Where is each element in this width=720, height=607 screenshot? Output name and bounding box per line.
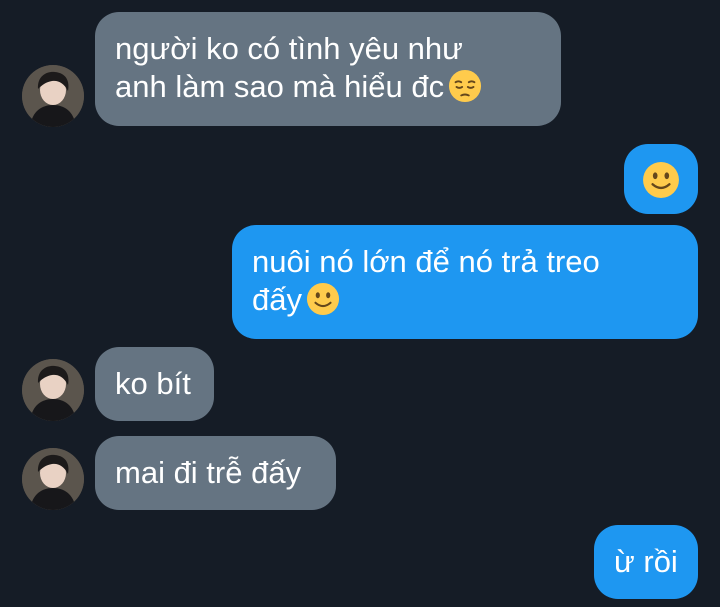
slightly-smiling-face-icon: [642, 161, 680, 199]
avatar[interactable]: [22, 65, 84, 127]
profile-photo: [22, 448, 84, 510]
message-bubble-outgoing[interactable]: nuôi nó lớn để nó trả treo đấy: [232, 225, 698, 339]
message-text-line: nuôi nó lớn để nó trả treo: [252, 244, 600, 279]
message-text-line: người ko có tình yêu như: [115, 31, 463, 66]
message-text-line: anh làm sao mà hiểu đc: [115, 68, 541, 106]
profile-photo: [22, 65, 84, 127]
message-text: anh làm sao mà hiểu đc: [115, 69, 445, 104]
message-bubble-incoming[interactable]: ko bít: [95, 347, 214, 421]
message-text-line: đấy: [252, 281, 678, 319]
message-bubble-outgoing[interactable]: [624, 144, 698, 214]
message-text-line: ừ rồi: [614, 544, 678, 579]
message-text-line: mai đi trễ đấy: [115, 455, 302, 490]
avatar[interactable]: [22, 448, 84, 510]
slightly-smiling-face-icon: [306, 282, 340, 316]
message-bubble-outgoing[interactable]: ừ rồi: [594, 525, 698, 599]
message-bubble-incoming[interactable]: người ko có tình yêu như anh làm sao mà …: [95, 12, 561, 126]
pensive-face-icon: [448, 69, 482, 103]
message-text-line: ko bít: [115, 366, 191, 401]
avatar[interactable]: [22, 359, 84, 421]
message-text: đấy: [252, 282, 302, 317]
message-bubble-incoming[interactable]: mai đi trễ đấy: [95, 436, 336, 510]
profile-photo: [22, 359, 84, 421]
chat-thread: người ko có tình yêu như anh làm sao mà …: [0, 0, 720, 607]
